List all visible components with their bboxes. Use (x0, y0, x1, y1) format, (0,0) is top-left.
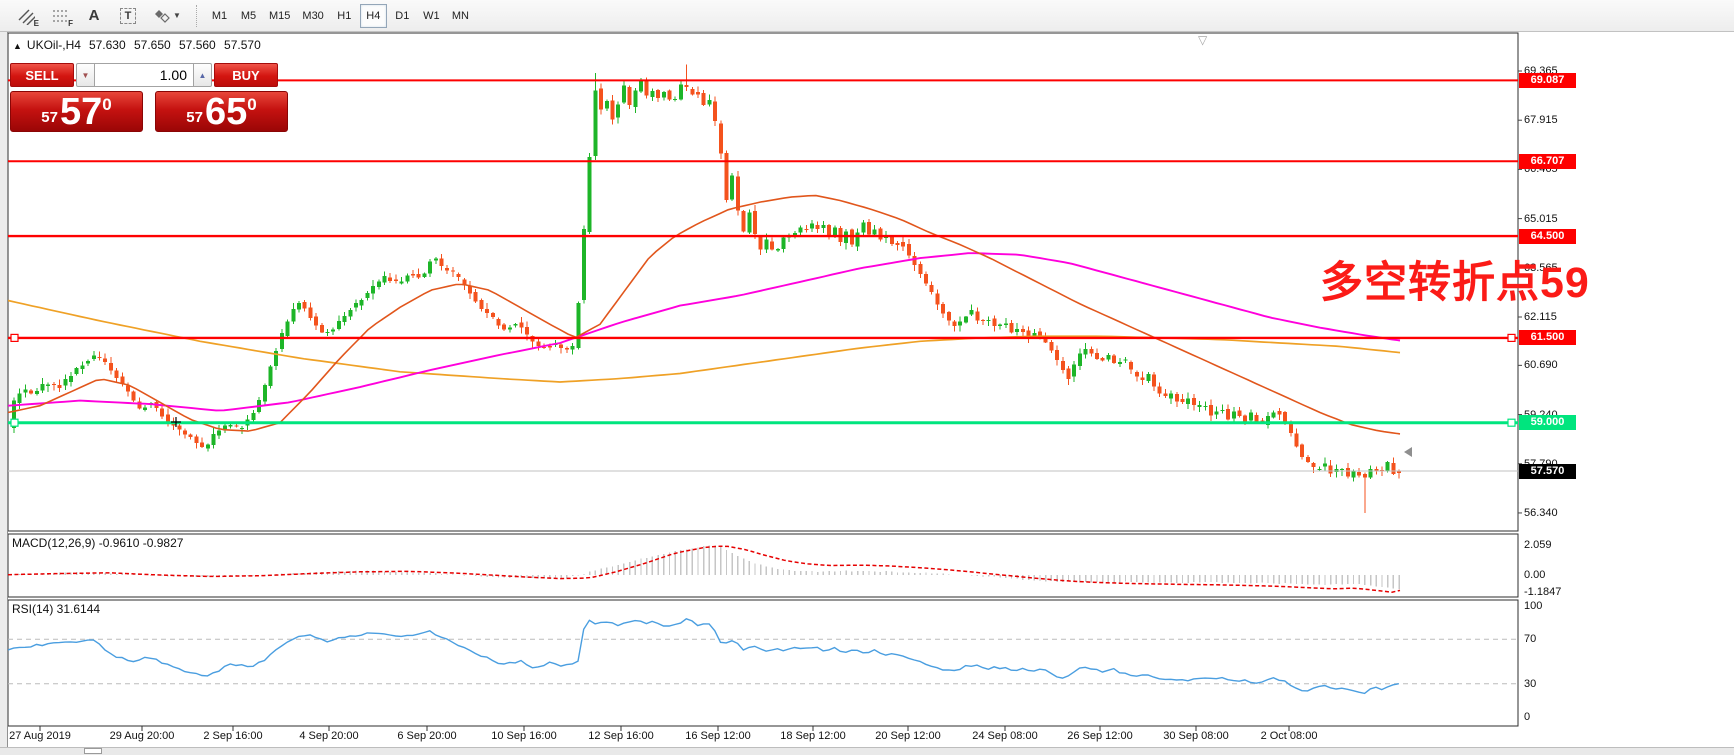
volume-increase-button[interactable]: ▲ (193, 63, 212, 87)
time-axis-label: 26 Sep 12:00 (1052, 730, 1148, 742)
rsi-scale-label: 100 (1524, 600, 1584, 613)
sell-price-big: 57 (60, 94, 102, 130)
one-click-trading-panel: SELL ▼ ▲ BUY 57 57 0 57 65 0 (10, 63, 288, 132)
timeframe-button-H4[interactable]: H4 (360, 4, 387, 28)
symbol-period-label: UKOil-,H4 (27, 38, 81, 52)
time-axis-label: 20 Sep 12:00 (860, 730, 956, 742)
time-axis-label: 2 Oct 08:00 (1241, 730, 1337, 742)
chart-text-annotation[interactable]: 多空转折点59 (1320, 248, 1590, 310)
time-axis-label: 16 Sep 12:00 (670, 730, 766, 742)
dotted-grid-icon (51, 7, 69, 25)
collapse-triangle-icon[interactable]: ▲ (13, 41, 22, 51)
icon-badge: F (68, 19, 73, 28)
time-axis-label: 24 Sep 08:00 (957, 730, 1053, 742)
trade-prices-row: 57 57 0 57 65 0 (10, 91, 288, 132)
time-axis-label: 4 Sep 20:00 (281, 730, 377, 742)
timeframe-button-M1[interactable]: M1 (206, 4, 233, 28)
icon-badge: E (34, 19, 39, 28)
letter-a-icon: A (89, 7, 100, 24)
time-axis-label: 6 Sep 20:00 (379, 730, 475, 742)
mt4-window: E F A T ▼ M1M5M15M30H1H4D1W1MN ▲UK (0, 0, 1734, 755)
timeframe-button-W1[interactable]: W1 (418, 4, 445, 28)
price-badge-61.500: 61.500 (1519, 330, 1576, 345)
rsi-scale-label: 70 (1524, 633, 1584, 646)
price-badge-64.500: 64.500 (1519, 229, 1576, 244)
macd-scale-label: 0.00 (1524, 569, 1584, 582)
price-badge-57.570: 57.570 (1519, 464, 1576, 479)
timeframe-button-MN[interactable]: MN (447, 4, 474, 28)
rsi-scale-label: 30 (1524, 678, 1584, 691)
buy-price-prefix: 57 (186, 109, 203, 126)
price-badge-69.087: 69.087 (1519, 73, 1576, 88)
price-tick-label: 62.115 (1524, 310, 1584, 324)
price-tick-label: 67.915 (1524, 113, 1584, 127)
timeframe-button-M30[interactable]: M30 (297, 4, 328, 28)
rsi-indicator-label: RSI(14) 31.6144 (12, 602, 100, 616)
text-box-icon[interactable]: T (112, 3, 144, 29)
buy-price-display[interactable]: 57 65 0 (155, 91, 288, 132)
hatch-lines-icon (17, 7, 35, 25)
bottom-scrollbar-handle[interactable] (84, 748, 102, 754)
time-axis-label: 29 Aug 20:00 (94, 730, 190, 742)
fibo-grid-icon[interactable]: F (44, 3, 76, 29)
chart-shift-marker[interactable]: ▽ (1198, 33, 1207, 47)
buy-button[interactable]: BUY (214, 63, 278, 87)
chevron-down-icon: ▼ (173, 11, 181, 20)
timeframe-button-M5[interactable]: M5 (235, 4, 262, 28)
price-badge-66.707: 66.707 (1519, 154, 1576, 169)
sell-button[interactable]: SELL (10, 63, 74, 87)
sell-price-prefix: 57 (41, 109, 58, 126)
chart-title: ▲ UKOil-,H4 57.630 57.650 57.560 57.570 (13, 38, 261, 52)
timeframe-bar: M1M5M15M30H1H4D1W1MN (206, 4, 474, 28)
timeframe-button-D1[interactable]: D1 (389, 4, 416, 28)
time-axis-label: 27 Aug 2019 (0, 730, 88, 742)
arrange-objects-icon[interactable]: ▼ (146, 3, 188, 29)
ohlc-values: 57.630 57.650 57.560 57.570 (89, 38, 261, 52)
buy-price-pip: 0 (247, 95, 256, 115)
price-badge-59.000: 59.000 (1519, 415, 1576, 430)
price-tick-label: 65.015 (1524, 212, 1584, 226)
time-axis-label: 18 Sep 12:00 (765, 730, 861, 742)
toolbar-separator (196, 5, 198, 27)
time-axis-label: 2 Sep 16:00 (185, 730, 281, 742)
price-tick-label: 60.690 (1524, 358, 1584, 372)
sell-price-pip: 0 (102, 95, 111, 115)
macd-scale-label: -1.1847 (1524, 586, 1584, 599)
rsi-scale-label: 0 (1524, 711, 1584, 724)
price-tick-label: 56.340 (1524, 506, 1584, 520)
time-axis-label: 30 Sep 08:00 (1148, 730, 1244, 742)
volume-input[interactable] (95, 63, 193, 87)
text-label-icon[interactable]: A (78, 3, 110, 29)
timeframe-button-H1[interactable]: H1 (331, 4, 358, 28)
trade-controls-row: SELL ▼ ▲ BUY (10, 63, 288, 87)
bottom-scrollbar-strip[interactable] (0, 747, 1734, 755)
diamonds-icon (153, 8, 171, 24)
time-axis-label: 10 Sep 16:00 (476, 730, 572, 742)
buy-price-big: 65 (205, 94, 247, 130)
macd-indicator-label: MACD(12,26,9) -0.9610 -0.9827 (12, 536, 183, 550)
time-axis-label: 12 Sep 16:00 (573, 730, 669, 742)
sell-price-display[interactable]: 57 57 0 (10, 91, 143, 132)
timeframe-button-M15[interactable]: M15 (264, 4, 295, 28)
letter-t-icon: T (120, 8, 137, 24)
volume-decrease-button[interactable]: ▼ (76, 63, 95, 87)
equidistant-channel-icon[interactable]: E (10, 3, 42, 29)
macd-scale-label: 2.059 (1524, 539, 1584, 552)
window-left-edge (0, 32, 8, 755)
toolbar: E F A T ▼ M1M5M15M30H1H4D1W1MN (0, 0, 1734, 32)
